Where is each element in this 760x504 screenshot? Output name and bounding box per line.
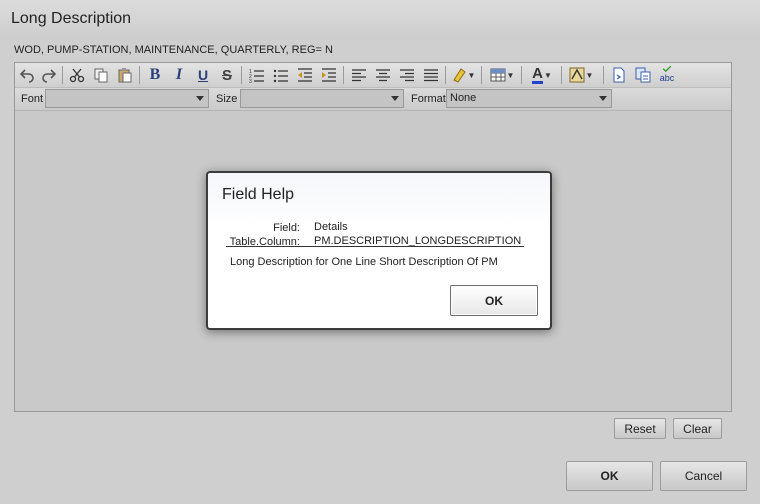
background-color-icon[interactable]: ▼: [565, 65, 597, 85]
ok-button[interactable]: OK: [566, 461, 653, 491]
undo-icon[interactable]: [17, 65, 37, 85]
bold-icon[interactable]: B: [145, 65, 165, 85]
highlight-icon[interactable]: ▼: [449, 65, 477, 85]
spellcheck-icon[interactable]: abc: [657, 65, 677, 85]
chevron-down-icon: [599, 96, 607, 101]
clear-button[interactable]: Clear: [673, 418, 722, 439]
outdent-icon[interactable]: [295, 65, 315, 85]
size-label: Size: [216, 93, 238, 105]
field-label: Field:: [273, 222, 300, 234]
toolbar-separator: [445, 66, 446, 84]
italic-icon[interactable]: I: [169, 65, 189, 85]
toolbar-separator: [481, 66, 482, 84]
svg-text:3: 3: [249, 79, 252, 83]
cut-icon[interactable]: [67, 65, 87, 85]
chevron-down-icon: [391, 96, 399, 101]
ordered-list-icon[interactable]: 123: [247, 65, 267, 85]
chevron-down-icon: [196, 96, 204, 101]
underline-icon[interactable]: U: [193, 65, 213, 85]
reset-button[interactable]: Reset: [614, 418, 666, 439]
field-value: Details: [314, 221, 348, 233]
record-summary: WOD, PUMP-STATION, MAINTENANCE, QUARTERL…: [14, 44, 333, 56]
dialog-title: Field Help: [222, 186, 295, 203]
redo-icon[interactable]: [39, 65, 59, 85]
justify-icon[interactable]: [421, 65, 441, 85]
insert-table-icon[interactable]: ▼: [487, 65, 517, 85]
font-label: Font: [21, 93, 44, 105]
align-left-icon[interactable]: [349, 65, 369, 85]
format-toolbar: Font Size Format None: [15, 88, 731, 111]
window-title-bar: Long Description: [0, 0, 760, 40]
font-select[interactable]: [45, 89, 209, 108]
toolbar-separator: [343, 66, 344, 84]
font-color-icon[interactable]: A ▼: [527, 65, 557, 85]
toolbar-separator: [139, 66, 140, 84]
toolbar-separator: [241, 66, 242, 84]
toolbar-separator: [521, 66, 522, 84]
editor-toolbar: B I U S 123 ▼ ▼ A ▼ ▼ abc: [15, 63, 731, 88]
font-color-glyph: A: [532, 64, 543, 84]
copy-format-icon[interactable]: [633, 65, 653, 85]
paste-icon[interactable]: [115, 65, 135, 85]
insert-file-icon[interactable]: [609, 65, 629, 85]
copy-icon[interactable]: [91, 65, 111, 85]
dialog-ok-button[interactable]: OK: [450, 285, 538, 316]
format-label: Format: [411, 93, 446, 105]
dialog-divider: [226, 246, 524, 247]
format-select[interactable]: None: [446, 89, 612, 108]
align-center-icon[interactable]: [373, 65, 393, 85]
window-title: Long Description: [11, 10, 132, 27]
toolbar-separator: [603, 66, 604, 84]
toolbar-separator: [62, 66, 63, 84]
indent-icon[interactable]: [319, 65, 339, 85]
help-text: Long Description for One Line Short Desc…: [230, 256, 498, 268]
size-select[interactable]: [240, 89, 404, 108]
field-help-dialog: Field Help Field: Details Table.Column: …: [206, 171, 552, 330]
unordered-list-icon[interactable]: [271, 65, 291, 85]
strikethrough-icon[interactable]: S: [217, 65, 237, 85]
align-right-icon[interactable]: [397, 65, 417, 85]
toolbar-separator: [561, 66, 562, 84]
cancel-button[interactable]: Cancel: [660, 461, 747, 491]
format-select-value: None: [450, 92, 477, 104]
